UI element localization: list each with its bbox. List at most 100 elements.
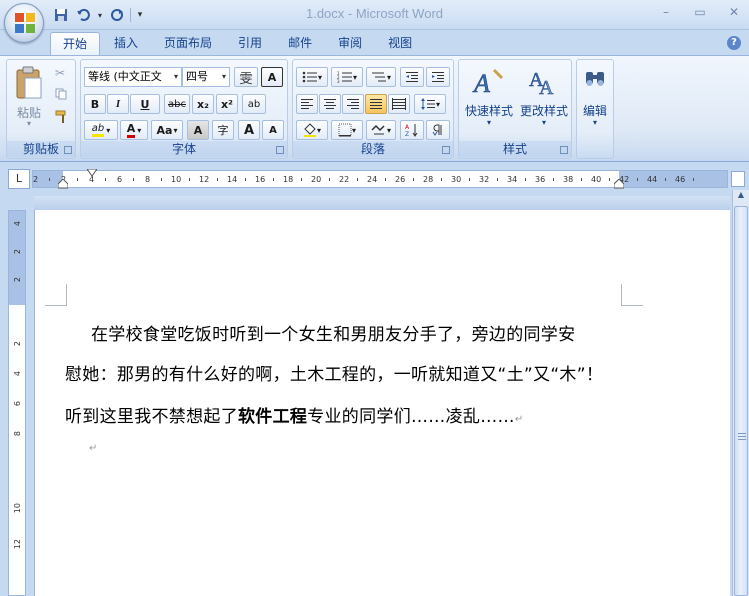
ruler-tick-mark xyxy=(105,178,106,181)
highlight-button[interactable]: ab ▾ xyxy=(84,120,118,140)
ruler-tick-label: 34 xyxy=(507,175,518,184)
ruler-tick-mark xyxy=(77,178,78,181)
show-marks-button[interactable] xyxy=(426,120,450,140)
tab-page-layout[interactable]: 页面布局 xyxy=(152,32,224,56)
maximize-button[interactable]: ▭ xyxy=(691,4,709,20)
paragraph-launcher-icon[interactable] xyxy=(442,146,450,154)
vertical-ruler-tick-label: 2 xyxy=(13,277,22,283)
tab-selector[interactable]: L xyxy=(8,169,30,189)
change-case-button[interactable]: Aa ▾ xyxy=(151,120,183,140)
tab-references[interactable]: 引用 xyxy=(226,32,274,56)
borders-button[interactable]: ▾ xyxy=(331,120,363,140)
format-painter-icon[interactable] xyxy=(55,110,69,127)
quick-styles-button[interactable]: A 快速样式 ▾ xyxy=(461,62,517,134)
tab-insert[interactable]: 插入 xyxy=(102,32,150,56)
vertical-ruler-tick-label: 4 xyxy=(13,221,22,227)
shrink-font-button[interactable]: A xyxy=(262,120,284,140)
document-page[interactable]: 在学校食堂吃饭时听到一个女生和男朋友分手了，旁边的同学安 慰她：那男的有什么好的… xyxy=(34,210,730,596)
line-spacing-button[interactable]: ▾ xyxy=(414,94,446,114)
italic-button[interactable]: I xyxy=(107,94,129,114)
justify-button[interactable] xyxy=(365,94,387,114)
office-button[interactable] xyxy=(4,3,44,43)
line-2-text: 慰她：那男的有什么好的啊，土木工程的，一听就知道又“土”又“木”！ xyxy=(65,365,604,385)
tab-mailings[interactable]: 邮件 xyxy=(276,32,324,56)
decrease-indent-button[interactable] xyxy=(400,67,424,87)
paste-dropdown-icon: ▾ xyxy=(26,119,31,128)
tab-home[interactable]: 开始 xyxy=(50,32,101,56)
shading-bucket-icon xyxy=(303,123,316,137)
font-color-button[interactable]: A ▾ xyxy=(120,120,148,140)
ruler-tick-mark xyxy=(497,178,498,181)
subscript-button[interactable]: x₂ xyxy=(192,94,214,114)
vertical-ruler-tick-label: 2 xyxy=(13,341,22,347)
ruler-tick-label: 36 xyxy=(535,175,546,184)
distributed-button[interactable] xyxy=(388,94,410,114)
align-center-button[interactable] xyxy=(319,94,341,114)
chevron-down-icon: ▾ xyxy=(386,125,391,135)
character-border-button[interactable]: A xyxy=(261,67,283,87)
hanging-indent-marker[interactable] xyxy=(58,179,68,189)
font-size-combo[interactable]: 四号 ▾ xyxy=(182,67,230,87)
clipboard-launcher-icon[interactable] xyxy=(64,146,72,154)
chevron-down-icon: ▾ xyxy=(486,118,491,127)
sort-button[interactable]: AZ xyxy=(400,120,424,140)
scroll-thumb[interactable] xyxy=(734,206,748,596)
multilevel-list-icon xyxy=(371,72,386,82)
ruler-tick-label: 26 xyxy=(395,175,406,184)
paste-button[interactable]: 粘贴 ▾ xyxy=(11,64,47,134)
enclose-characters-button[interactable]: 字 xyxy=(212,120,234,140)
align-right-button[interactable] xyxy=(342,94,364,114)
ruler-tick-mark xyxy=(273,178,274,181)
cut-icon[interactable]: ✂ xyxy=(55,66,65,80)
paragraph-line-2[interactable]: 慰她：那男的有什么好的啊，土木工程的，一听就知道又“土”又“木”！ xyxy=(65,360,625,385)
tab-review[interactable]: 审阅 xyxy=(326,32,374,56)
scroll-up-icon[interactable]: ▲ xyxy=(734,190,748,205)
first-line-indent-marker[interactable] xyxy=(87,169,97,177)
line-1-text: 在学校食堂吃饭时听到一个女生和男朋友分手了，旁边的同学安 xyxy=(91,325,576,345)
help-icon[interactable]: ? xyxy=(727,36,741,50)
minimize-button[interactable]: – xyxy=(657,4,675,20)
copy-icon[interactable] xyxy=(55,88,67,103)
multilevel-list-button[interactable]: ▾ xyxy=(366,67,396,87)
clipboard-group: 粘贴 ▾ ✂ 剪贴板 xyxy=(6,59,76,159)
increase-indent-button[interactable] xyxy=(426,67,450,87)
bullets-button[interactable]: ▾ xyxy=(296,67,328,87)
shading-button[interactable]: ▾ xyxy=(296,120,328,140)
ruler-tick-label: 12 xyxy=(199,175,210,184)
right-indent-marker[interactable] xyxy=(614,179,624,189)
vertical-ruler[interactable]: 4 2 2 2 4 6 8 10 12 xyxy=(8,210,26,596)
paragraph-line-3[interactable]: 听到这里我不禁想起了软件工程专业的同学们……凌乱……↵ xyxy=(65,402,625,427)
styles-launcher-icon[interactable] xyxy=(560,146,568,154)
tab-view[interactable]: 视图 xyxy=(376,32,424,56)
change-styles-button[interactable]: A A 更改样式 ▾ xyxy=(517,62,571,134)
phonetic-guide-button[interactable]: 雯 xyxy=(234,67,258,87)
align-left-button[interactable] xyxy=(296,94,318,114)
quick-styles-label: 快速样式 xyxy=(464,104,513,118)
ruler-tick-label: 6 xyxy=(117,175,123,184)
ruler-tick-mark xyxy=(189,178,190,181)
ruler-tick-label: 2 xyxy=(33,175,39,184)
close-button[interactable]: ✕ xyxy=(725,4,743,20)
editing-button[interactable]: 编辑 ▾ xyxy=(578,62,612,152)
clear-formatting-button[interactable]: ab xyxy=(242,94,266,114)
ruler-tick-mark xyxy=(525,178,526,181)
font-launcher-icon[interactable] xyxy=(276,146,284,154)
view-ruler-icon[interactable] xyxy=(731,171,745,187)
font-name-combo[interactable]: 等线 (中文正文 ▾ xyxy=(84,67,182,87)
empty-paragraph[interactable]: ↵ xyxy=(65,436,625,456)
right-margin-area xyxy=(619,171,727,187)
grow-font-button[interactable]: A xyxy=(238,120,260,140)
chevron-down-icon: ▾ xyxy=(106,125,111,135)
superscript-button[interactable]: x² xyxy=(216,94,238,114)
paragraph-mark-icon xyxy=(432,124,442,136)
strikethrough-button[interactable]: abc xyxy=(164,94,190,114)
chinese-layout-button[interactable]: ▾ xyxy=(366,120,396,140)
horizontal-ruler[interactable]: 2246810121416182022242628303234363840424… xyxy=(32,169,728,189)
character-shading-button[interactable]: A xyxy=(187,120,209,140)
numbering-button[interactable]: 123 ▾ xyxy=(331,67,363,87)
bold-button[interactable]: B xyxy=(84,94,106,114)
vertical-ruler-tick-label: 6 xyxy=(13,401,22,407)
underline-button[interactable]: U xyxy=(130,94,160,114)
vertical-scrollbar[interactable]: ▲ xyxy=(732,190,749,596)
paragraph-line-1[interactable]: 在学校食堂吃饭时听到一个女生和男朋友分手了，旁边的同学安 xyxy=(65,320,625,345)
